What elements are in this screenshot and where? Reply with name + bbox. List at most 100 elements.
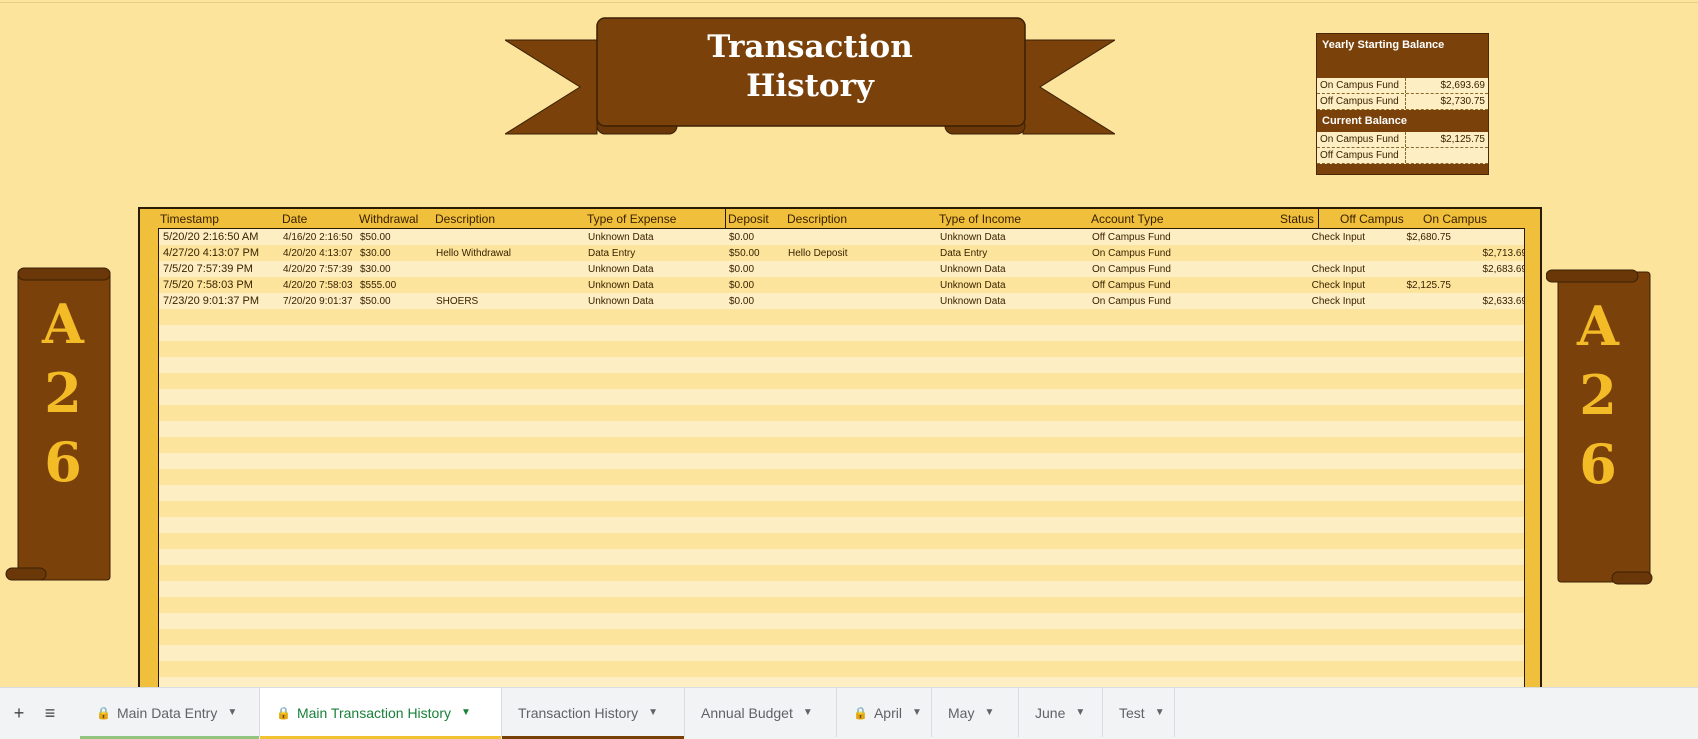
cell-status[interactable]: Check Input [1312,280,1365,291]
table-row[interactable]: 7/5/20 7:57:39 PM 4/20/20 7:57:39 $30.00 Un… [159,261,1524,278]
cell-type-expense[interactable]: Unknown Data [588,264,654,275]
sheet-tab[interactable]: June ▼ [1019,688,1103,737]
col-header-date[interactable]: Date [282,212,307,226]
menu-icon[interactable]: ≡ [38,703,62,724]
cell-withdrawal[interactable]: $30.00 [360,248,391,259]
cell-withdrawal[interactable]: $555.00 [360,280,396,291]
cell-description[interactable]: Hello Withdrawal [436,248,511,259]
plus-icon[interactable]: + [7,703,31,724]
cell-off-campus[interactable]: $2,125.75 [1407,280,1452,291]
col-header-off-campus[interactable]: Off Campus [1340,212,1404,226]
yearly-balance-row[interactable]: On Campus Fund $2,693.69 [1317,78,1488,94]
balance-label: On Campus Fund [1317,78,1406,93]
cell-deposit[interactable]: $50.00 [729,248,760,259]
cell-date[interactable]: 7/20/20 9:01:37 [283,296,353,307]
sheet-tab[interactable]: 🔒 Main Data Entry ▼ [80,688,260,739]
chevron-down-icon[interactable]: ▼ [912,707,922,718]
cell-description[interactable]: SHOERS [436,296,478,307]
cell-account-type[interactable]: On Campus Fund [1092,296,1171,307]
left-scroll-decoration: A 2 6 [5,266,115,586]
col-header-timestamp[interactable]: Timestamp [160,212,219,226]
current-balance-row[interactable]: On Campus Fund $2,125.75 [1317,132,1488,148]
cell-date[interactable]: 4/20/20 4:13:07 [283,248,353,259]
cell-description2[interactable]: Hello Deposit [788,248,847,259]
chevron-down-icon[interactable]: ▼ [227,707,237,718]
cell-on-campus[interactable]: $2,713.69 [1483,248,1525,259]
table-row[interactable]: 5/20/20 2:16:50 AM 4/16/20 2:16:50 $50.00 U… [159,229,1524,246]
col-header-description2[interactable]: Description [787,212,847,226]
cell-deposit[interactable]: $0.00 [729,280,754,291]
cell-withdrawal[interactable]: $30.00 [360,264,391,275]
yearly-balance-row[interactable]: Off Campus Fund $2,730.75 [1317,94,1488,110]
sheet-tab[interactable]: May ▼ [932,688,1019,737]
cell-type-income[interactable]: Data Entry [940,248,987,259]
col-header-status[interactable]: Status [1280,212,1314,226]
cell-deposit[interactable]: $0.00 [729,296,754,307]
cell-account-type[interactable]: Off Campus Fund [1092,232,1171,243]
cell-status[interactable]: Check Input [1312,264,1365,275]
cell-deposit[interactable]: $0.00 [729,264,754,275]
sheet-tab[interactable]: 🔒 Main Transaction History ▼ [260,688,502,739]
sheet-tab-label: Transaction History [518,704,639,721]
table-row[interactable]: 7/5/20 7:58:03 PM 4/20/20 7:58:03 $555.00 U… [159,277,1524,294]
cell-type-income[interactable]: Unknown Data [940,232,1006,243]
cell-type-income[interactable]: Unknown Data [940,264,1006,275]
cell-type-expense[interactable]: Unknown Data [588,232,654,243]
cell-account-type[interactable]: On Campus Fund [1092,264,1171,275]
chevron-down-icon[interactable]: ▼ [648,707,658,718]
col-header-on-campus[interactable]: On Campus [1423,212,1487,226]
title-banner: Transaction History [505,14,1115,146]
balance-value: $2,693.69 [1440,80,1486,91]
scroll-letter-1: A [42,292,84,356]
cell-date[interactable]: 4/20/20 7:57:39 [283,264,353,275]
chevron-down-icon[interactable]: ▼ [803,707,813,718]
table-row[interactable]: 4/27/20 4:13:07 PM 4/20/20 4:13:07 $30.00 H… [159,245,1524,262]
col-header-account-type[interactable]: Account Type [1091,212,1164,226]
cell-account-type[interactable]: Off Campus Fund [1092,280,1171,291]
chevron-down-icon[interactable]: ▼ [1155,707,1165,718]
cell-date[interactable]: 4/16/20 2:16:50 [283,232,353,243]
cell-deposit[interactable]: $0.00 [729,232,754,243]
chevron-down-icon[interactable]: ▼ [1075,707,1085,718]
cell-type-income[interactable]: Unknown Data [940,296,1006,307]
col-header-withdrawal[interactable]: Withdrawal [359,212,418,226]
cell-on-campus[interactable]: $2,633.69 [1483,296,1525,307]
cell-off-campus[interactable]: $2,680.75 [1407,232,1452,243]
cell-account-type[interactable]: On Campus Fund [1092,248,1171,259]
table-header-row: Timestamp Date Withdrawal Description Ty… [140,209,1540,229]
table-body: 5/20/20 2:16:50 AM 4/16/20 2:16:50 $50.00 U… [158,228,1525,689]
balance-summary: Yearly Starting Balance On Campus Fund $… [1316,33,1489,175]
col-header-type-expense[interactable]: Type of Expense [587,212,676,226]
sheet-tab-label: Test [1119,704,1145,721]
cell-date[interactable]: 4/20/20 7:58:03 [283,280,353,291]
cell-timestamp[interactable]: 5/20/20 2:16:50 AM [163,231,258,243]
current-balance-row[interactable]: Off Campus Fund [1317,148,1488,164]
sheet-tab[interactable]: 🔒 April ▼ [837,688,932,737]
cell-status[interactable]: Check Input [1312,232,1365,243]
cell-type-income[interactable]: Unknown Data [940,280,1006,291]
chevron-down-icon[interactable]: ▼ [984,707,994,718]
cell-on-campus[interactable]: $2,683.69 [1483,264,1525,275]
page-title-line1: Transaction [707,29,913,65]
transaction-table: Timestamp Date Withdrawal Description Ty… [138,207,1542,689]
cell-type-expense[interactable]: Data Entry [588,248,635,259]
col-header-description[interactable]: Description [435,212,495,226]
cell-status[interactable]: Check Input [1312,296,1365,307]
cell-type-expense[interactable]: Unknown Data [588,296,654,307]
cell-timestamp[interactable]: 7/5/20 7:57:39 PM [163,263,253,275]
col-header-type-income[interactable]: Type of Income [939,212,1021,226]
cell-timestamp[interactable]: 4/27/20 4:13:07 PM [163,247,259,259]
col-header-deposit[interactable]: Deposit [728,212,769,226]
cell-withdrawal[interactable]: $50.00 [360,232,391,243]
cell-timestamp[interactable]: 7/23/20 9:01:37 PM [163,295,259,307]
chevron-down-icon[interactable]: ▼ [461,707,471,718]
table-row[interactable]: 7/23/20 9:01:37 PM 7/20/20 9:01:37 $50.00 S… [159,293,1524,310]
sheet-tab[interactable]: Test ▼ [1103,688,1175,737]
cell-type-expense[interactable]: Unknown Data [588,280,654,291]
scroll-letter-2: 2 [44,361,82,425]
sheet-tab[interactable]: Annual Budget ▼ [685,688,837,737]
cell-timestamp[interactable]: 7/5/20 7:58:03 PM [163,279,253,291]
scroll-letter-2: 2 [1579,363,1617,427]
cell-withdrawal[interactable]: $50.00 [360,296,391,307]
sheet-tab[interactable]: Transaction History ▼ [502,688,685,739]
